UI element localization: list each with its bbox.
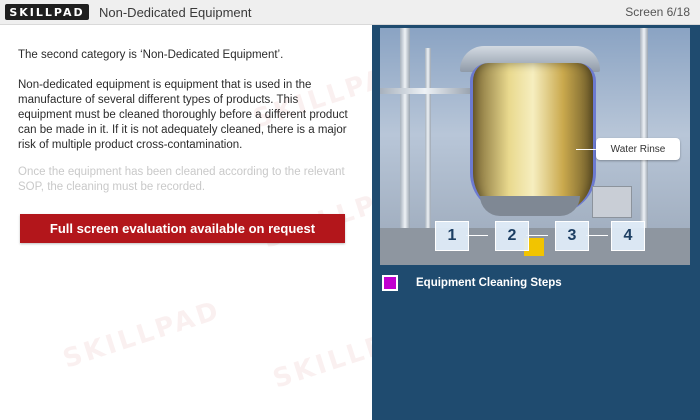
- glass-vessel: [470, 63, 596, 213]
- header-bar: SKILLPAD Non-Dedicated Equipment Screen …: [0, 0, 700, 25]
- pipe: [425, 48, 431, 228]
- logo-text: SKILLPAD: [9, 5, 85, 19]
- equipment-image: Water Rinse 1 2 3 4: [380, 28, 690, 265]
- legend-swatch: [382, 275, 398, 291]
- step-connector: [526, 235, 548, 236]
- intro-paragraph: The second category is ‘Non-Dedicated Eq…: [18, 49, 284, 61]
- pipe: [400, 28, 410, 228]
- step-1-button[interactable]: 1: [435, 221, 469, 251]
- step-connector: [586, 235, 608, 236]
- faded-paragraph: Once the equipment has been cleaned acco…: [18, 166, 345, 193]
- step-connector: [466, 235, 488, 236]
- page-title: Non-Dedicated Equipment: [99, 4, 252, 20]
- evaluation-request-button[interactable]: Full screen evaluation available on requ…: [20, 214, 345, 243]
- watermark-text: SKILLPAD: [59, 295, 225, 375]
- step-2-button[interactable]: 2: [495, 221, 529, 251]
- water-rinse-callout: Water Rinse: [596, 138, 680, 160]
- callout-connector: [576, 149, 596, 150]
- media-panel: Water Rinse 1 2 3 4 Equipment Cleaning S…: [372, 25, 700, 420]
- step-3-button[interactable]: 3: [555, 221, 589, 251]
- watermark: SKILLPAD: [59, 295, 224, 374]
- definition-paragraph: Non-dedicated equipment is equipment tha…: [18, 79, 348, 151]
- legend: Equipment Cleaning Steps: [382, 275, 562, 291]
- skillpad-logo: SKILLPAD: [5, 4, 89, 20]
- screen-counter: Screen 6/18: [625, 5, 690, 19]
- control-panel: [592, 186, 632, 218]
- step-4-button[interactable]: 4: [611, 221, 645, 251]
- pipe: [640, 28, 648, 228]
- pipe: [380, 88, 470, 94]
- vessel-base: [480, 196, 580, 216]
- legend-label: Equipment Cleaning Steps: [416, 277, 562, 289]
- text-panel: SKILLPAD SKILLPAD SKILLPAD SKILLPAD The …: [0, 25, 435, 420]
